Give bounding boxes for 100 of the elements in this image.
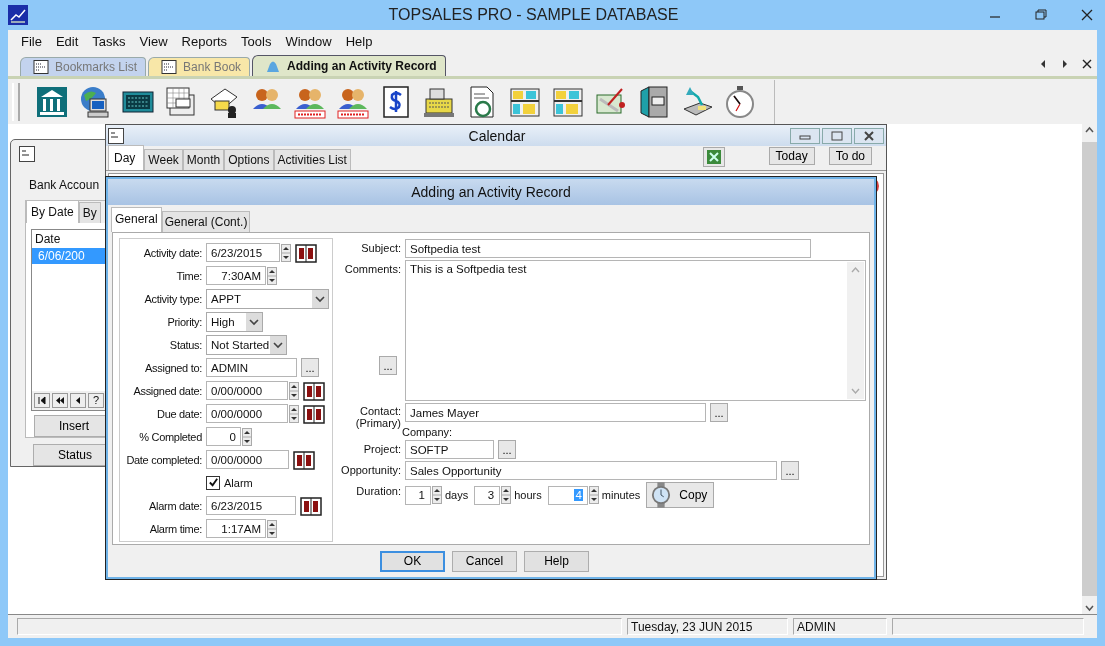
tab[interactable]: Week [144, 149, 183, 170]
input-field[interactable]: ADMIN [206, 358, 297, 377]
dropdown[interactable]: High [206, 311, 263, 332]
calendar-icon[interactable] [164, 84, 198, 119]
contact-field[interactable]: James Mayer [405, 403, 706, 422]
document-tab[interactable]: Bank Book [148, 57, 251, 76]
date-field[interactable]: 0/00/0000 [206, 404, 288, 423]
dialog-title: Adding an Activity Record [411, 184, 571, 200]
calendar-icon[interactable] [295, 242, 317, 263]
tab[interactable]: By [78, 201, 101, 223]
book-icon[interactable] [637, 84, 671, 119]
input-field[interactable]: 1:17AM [206, 519, 266, 538]
today-button[interactable]: Today [768, 147, 815, 165]
toolbar-grip[interactable] [12, 82, 20, 121]
checkbox-label: Alarm [224, 476, 253, 489]
spin-button[interactable] [267, 266, 277, 285]
number-field[interactable]: 1 [405, 485, 431, 505]
date-field[interactable]: 6/23/2015 [206, 243, 280, 262]
spin-button[interactable] [501, 486, 512, 504]
tab[interactable]: Day [108, 145, 145, 170]
date-field[interactable]: 6/23/2015 [206, 496, 296, 515]
calendar-icon[interactable] [303, 380, 325, 401]
menu-item[interactable]: View [132, 31, 175, 51]
tab[interactable]: Month [182, 149, 225, 170]
menu-item[interactable]: Tasks [85, 31, 133, 51]
spin-button[interactable] [588, 486, 599, 504]
browse-button[interactable]: ... [498, 440, 516, 459]
input-field[interactable]: 7:30AM [206, 266, 266, 285]
opportunity-field[interactable]: Sales Opportunity [405, 461, 777, 480]
tab[interactable]: General (Cont.) [161, 211, 251, 232]
close-icon[interactable] [1082, 58, 1092, 70]
scrollbar[interactable] [1082, 124, 1097, 614]
scrollbar[interactable] [847, 262, 864, 399]
help-button[interactable]: ? [88, 392, 104, 408]
tab[interactable]: Activities List [273, 149, 351, 170]
menu-item[interactable]: Help [338, 31, 380, 51]
browse-button[interactable]: ... [710, 403, 728, 422]
field-label: Priority: [166, 315, 202, 328]
calendar-icon[interactable] [293, 449, 315, 470]
close-icon[interactable] [854, 127, 884, 144]
field-label: Time: [175, 269, 202, 282]
tab[interactable]: By Date [26, 199, 79, 223]
field-label: Subject: [360, 241, 401, 256]
window-title: TOPSALES PRO - SAMPLE DATABASE [387, 6, 680, 24]
field-label: Alarm time: [148, 522, 202, 535]
checkbox[interactable] [206, 475, 220, 490]
dialog-button[interactable]: OK [380, 550, 445, 572]
computer-icon[interactable] [78, 84, 112, 119]
browse-button[interactable]: ... [781, 461, 799, 480]
dropdown[interactable]: Not Started [206, 334, 287, 355]
spin-button[interactable] [289, 381, 299, 400]
to-do-button[interactable]: To do [828, 147, 872, 165]
field-label: Comments: [344, 263, 401, 275]
number-field[interactable]: 3 [474, 485, 501, 505]
tab[interactable]: Options [224, 149, 274, 170]
document-tab[interactable]: Adding an Activity Record [252, 55, 446, 76]
field-label: Project: [362, 442, 401, 457]
menu-item[interactable]: File [14, 31, 49, 51]
minimize-icon[interactable] [790, 127, 820, 144]
menu-item[interactable]: Reports [174, 31, 235, 51]
unit-label: minutes [601, 489, 641, 501]
form-icon [108, 127, 124, 144]
spin-button[interactable] [281, 243, 291, 262]
browse-button[interactable]: ... [301, 358, 319, 377]
field-label: Status: [168, 338, 202, 351]
bank-icon[interactable] [35, 84, 69, 119]
browse-button[interactable]: ... [379, 356, 397, 375]
spin-button[interactable] [432, 486, 442, 504]
spin-button[interactable] [267, 519, 277, 538]
copy-button[interactable]: Copy [646, 482, 715, 508]
dialog-button[interactable]: Help [524, 550, 589, 572]
date-field[interactable]: 0/00/0000 [206, 381, 288, 400]
field-label: % Completed [138, 430, 202, 443]
column-header: Date [34, 230, 62, 248]
date-field[interactable]: 0/00/0000 [206, 450, 289, 469]
project-field[interactable]: SOFTP [405, 440, 494, 459]
spreadsheet-icon[interactable] [702, 147, 725, 167]
input-field[interactable]: 0 [206, 427, 241, 446]
spin-button[interactable] [289, 404, 299, 423]
next-icon[interactable] [1060, 58, 1070, 70]
dropdown[interactable]: APPT [206, 288, 329, 309]
comments-text: This is a Softpedia test [409, 262, 528, 277]
tab[interactable]: General [111, 207, 162, 232]
rewind-icon[interactable] [52, 392, 68, 408]
stopwatch-icon[interactable] [723, 84, 757, 119]
subject-field[interactable]: Softpedia test [405, 239, 811, 258]
menu-item[interactable]: Tools [234, 31, 279, 51]
field-label: Assigned date: [132, 384, 202, 397]
menu-item[interactable]: Edit [48, 31, 86, 51]
field-label: Date completed: [125, 453, 202, 466]
menu-item[interactable]: Window [278, 31, 339, 51]
field-label: Assigned to: [144, 361, 202, 374]
window-heading: Bank Accoun [28, 176, 101, 192]
comments-field[interactable]: This is a Softpedia test [405, 260, 866, 401]
spin-button[interactable] [242, 427, 252, 446]
dialog-button[interactable]: Cancel [452, 550, 517, 572]
calendar-icon[interactable] [300, 495, 322, 516]
previous-icon[interactable] [70, 392, 86, 408]
first-icon[interactable] [34, 392, 50, 408]
calendar-icon[interactable] [303, 403, 325, 424]
